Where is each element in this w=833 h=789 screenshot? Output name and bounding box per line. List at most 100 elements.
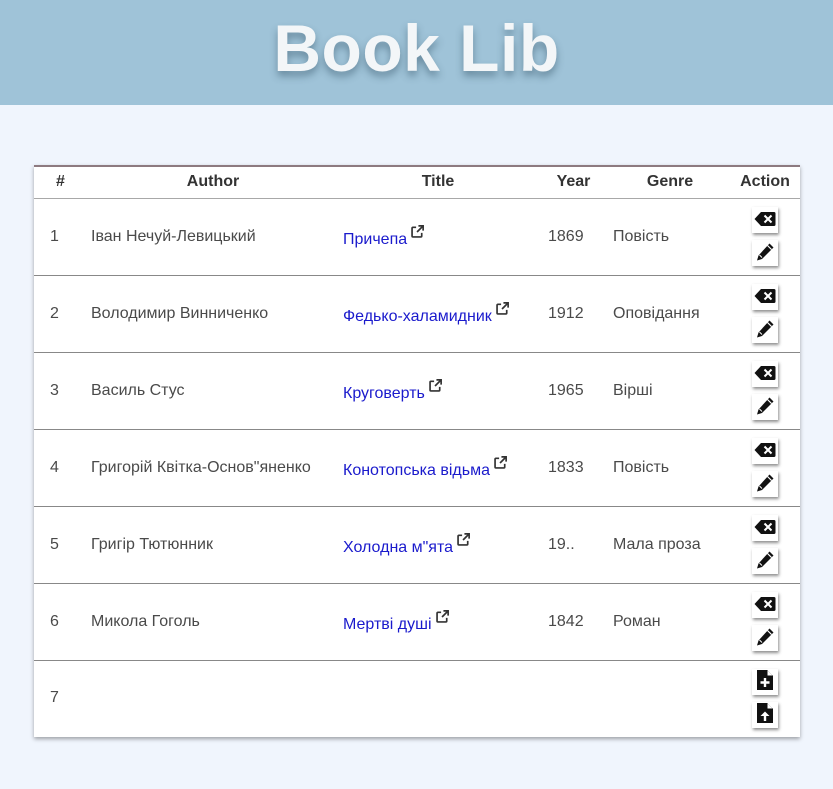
row-title-cell: Холодна м"ята (339, 506, 537, 584)
pencil-edit-icon (755, 319, 775, 342)
row-actions (730, 275, 800, 353)
table-row: 2 Володимир Винниченко Федько-халамидник… (34, 275, 800, 353)
backspace-delete-icon (754, 288, 776, 307)
book-title-link[interactable]: Федько-халамидник (343, 308, 492, 325)
table-row: 6 Микола Гоголь Мертві душі 1842 Роман (34, 583, 800, 661)
row-genre: Оповідання (610, 275, 730, 353)
table-row: 4 Григорій Квітка-Основ"яненко Конотопсь… (34, 429, 800, 507)
edit-book-button[interactable] (752, 625, 778, 651)
row-genre: Повість (610, 429, 730, 507)
row-number: 4 (34, 429, 87, 507)
external-link-icon[interactable] (493, 455, 508, 475)
new-row-author (87, 660, 339, 736)
row-author: Григорій Квітка-Основ"яненко (87, 429, 339, 507)
pencil-edit-icon (755, 473, 775, 496)
backspace-delete-icon (754, 365, 776, 384)
row-actions (730, 352, 800, 430)
book-title-link[interactable]: Круговерть (343, 385, 425, 402)
row-genre: Мала проза (610, 506, 730, 584)
row-year: 1965 (537, 352, 610, 430)
column-header-title: Title (339, 167, 537, 199)
delete-book-button[interactable] (752, 592, 778, 618)
delete-book-button[interactable] (752, 361, 778, 387)
row-author: Іван Нечуй-Левицький (87, 198, 339, 276)
row-actions (730, 506, 800, 584)
table-row: 3 Василь Стус Круговерть 1965 Вірші (34, 352, 800, 430)
edit-book-button[interactable] (752, 548, 778, 574)
row-year: 1842 (537, 583, 610, 661)
app-title: Book Lib (273, 11, 560, 85)
external-link-icon[interactable] (456, 532, 471, 552)
book-title-link[interactable]: Причепа (343, 231, 407, 248)
add-book-button[interactable] (752, 668, 778, 695)
pencil-edit-icon (755, 242, 775, 265)
row-year: 1833 (537, 429, 610, 507)
row-title-cell: Конотопська відьма (339, 429, 537, 507)
pencil-edit-icon (755, 396, 775, 419)
edit-book-button[interactable] (752, 471, 778, 497)
row-number: 2 (34, 275, 87, 353)
row-number: 5 (34, 506, 87, 584)
external-link-icon[interactable] (435, 609, 450, 629)
column-header-number: # (34, 167, 87, 199)
table-header-row: # Author Title Year Genre Action (34, 167, 800, 199)
column-header-year: Year (537, 167, 610, 199)
file-upload-icon (756, 702, 774, 727)
row-year: 19.. (537, 506, 610, 584)
external-link-icon[interactable] (495, 301, 510, 321)
table-row: 1 Іван Нечуй-Левицький Причепа 1869 Пові… (34, 198, 800, 276)
delete-book-button[interactable] (752, 438, 778, 464)
book-title-link[interactable]: Холодна м"ята (343, 539, 453, 556)
column-header-action: Action (730, 167, 800, 199)
row-title-cell: Мертві душі (339, 583, 537, 661)
new-row-genre (610, 660, 730, 736)
pencil-edit-icon (755, 627, 775, 650)
upload-book-button[interactable] (752, 701, 778, 728)
column-header-genre: Genre (610, 167, 730, 199)
row-number: 6 (34, 583, 87, 661)
row-number: 1 (34, 198, 87, 276)
column-header-author: Author (87, 167, 339, 199)
row-author: Василь Стус (87, 352, 339, 430)
backspace-delete-icon (754, 442, 776, 461)
external-link-icon[interactable] (410, 224, 425, 244)
books-table-container: # Author Title Year Genre Action 1 Іван … (34, 165, 800, 737)
row-year: 1912 (537, 275, 610, 353)
pencil-edit-icon (755, 550, 775, 573)
row-author: Микола Гоголь (87, 583, 339, 661)
row-genre: Повість (610, 198, 730, 276)
row-title-cell: Круговерть (339, 352, 537, 430)
row-number: 3 (34, 352, 87, 430)
row-actions (730, 583, 800, 661)
file-add-icon (756, 669, 774, 694)
delete-book-button[interactable] (752, 284, 778, 310)
delete-book-button[interactable] (752, 207, 778, 233)
row-title-cell: Федько-халамидник (339, 275, 537, 353)
new-row-title (339, 660, 537, 736)
external-link-icon[interactable] (428, 378, 443, 398)
row-year: 1869 (537, 198, 610, 276)
new-row-actions (730, 660, 800, 736)
row-actions (730, 198, 800, 276)
table-row: 5 Григір Тютюнник Холодна м"ята 19.. Мал… (34, 506, 800, 584)
row-genre: Роман (610, 583, 730, 661)
backspace-delete-icon (754, 211, 776, 230)
book-title-link[interactable]: Конотопська відьма (343, 462, 490, 479)
delete-book-button[interactable] (752, 515, 778, 541)
edit-book-button[interactable] (752, 317, 778, 343)
edit-book-button[interactable] (752, 240, 778, 266)
backspace-delete-icon (754, 519, 776, 538)
row-author: Володимир Винниченко (87, 275, 339, 353)
row-title-cell: Причепа (339, 198, 537, 276)
row-actions (730, 429, 800, 507)
backspace-delete-icon (754, 596, 776, 615)
edit-book-button[interactable] (752, 394, 778, 420)
book-title-link[interactable]: Мертві душі (343, 616, 432, 633)
new-row-number: 7 (50, 689, 59, 707)
new-book-row: 7 (34, 660, 800, 736)
new-row-year (537, 660, 610, 736)
books-table: # Author Title Year Genre Action 1 Іван … (34, 167, 800, 736)
app-header: Book Lib (0, 0, 833, 105)
row-genre: Вірші (610, 352, 730, 430)
row-author: Григір Тютюнник (87, 506, 339, 584)
